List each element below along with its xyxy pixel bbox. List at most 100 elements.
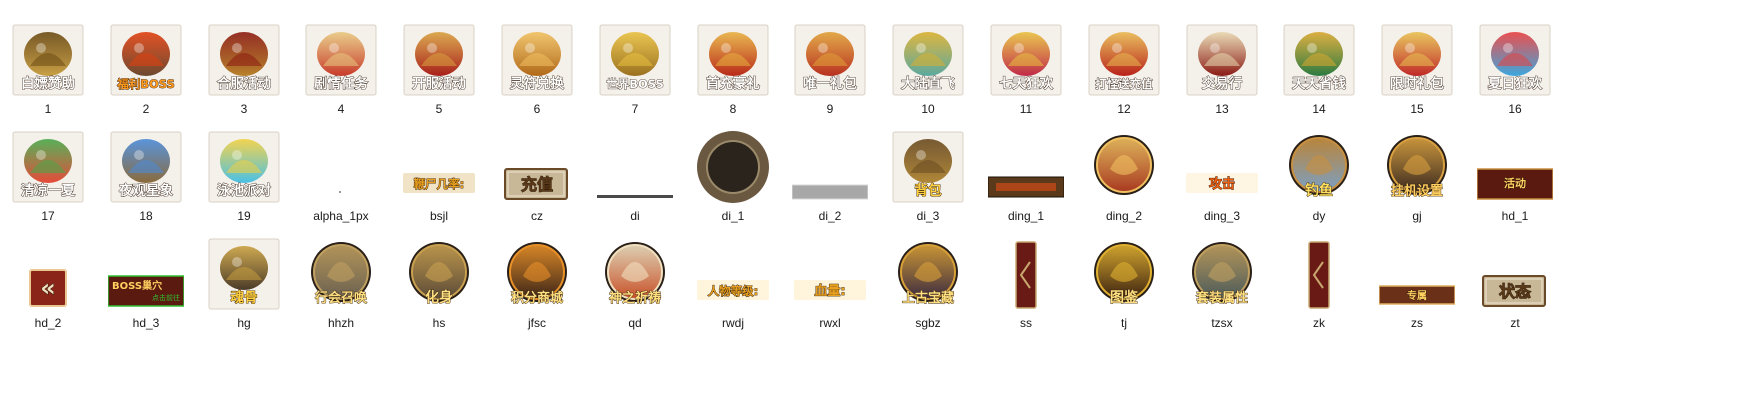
armor-set-icon: 套装属性: [1184, 236, 1260, 312]
file-item[interactable]: 挂机设置 gj: [1369, 113, 1465, 223]
dragon-head-icon: 世界BOSS: [597, 22, 673, 98]
text-label-icon: 人物等级:: [695, 236, 771, 312]
file-item[interactable]: 积分商城 jfsc: [489, 220, 585, 330]
file-item[interactable]: 夏日狂欢 16: [1467, 6, 1563, 116]
red-envelope-icon: 打怪送充值: [1086, 22, 1162, 98]
file-item[interactable]: 泳池派对 19: [196, 113, 292, 223]
svg-text:活动: 活动: [1504, 176, 1526, 190]
svg-text:行会召唤: 行会召唤: [314, 290, 368, 306]
svg-text:首充豪礼: 首充豪礼: [706, 75, 760, 92]
telescope-icon: 夜观星象: [108, 129, 184, 205]
hero-portrait-icon: [1086, 129, 1162, 205]
file-item[interactable]: 套装属性 tzsx: [1174, 220, 1270, 330]
file-item[interactable]: 背包 di_3: [880, 113, 976, 223]
file-item[interactable]: ding_1: [978, 113, 1074, 223]
svg-text:开服活动: 开服活动: [412, 75, 466, 92]
svg-text:神之祈祷: 神之祈祷: [609, 290, 661, 306]
file-item[interactable]: 限时礼包 15: [1369, 6, 1465, 116]
svg-text:«: «: [40, 274, 56, 302]
file-name: hs: [432, 316, 446, 330]
svg-text:积分商城: 积分商城: [511, 290, 563, 306]
svg-text:图鉴: 图鉴: [1110, 289, 1139, 306]
pool-float-icon: 泳池派对: [206, 129, 282, 205]
vertical-tab-icon: [1281, 236, 1357, 312]
file-name: zk: [1313, 316, 1325, 330]
text-label-icon: 鞭尸几率:: [401, 129, 477, 205]
svg-text:挂机设置: 挂机设置: [1391, 183, 1443, 199]
file-item[interactable]: 交易行 13: [1174, 6, 1270, 116]
file-item[interactable]: 化身 hs: [391, 220, 487, 330]
svg-text:合服活动: 合服活动: [217, 75, 271, 92]
file-name: hd_3: [132, 316, 160, 330]
file-item[interactable]: 开服活动 5: [391, 6, 487, 116]
file-item[interactable]: 白嫖赞助 1: [0, 6, 96, 116]
file-item[interactable]: 魂骨 hg: [196, 220, 292, 330]
file-item[interactable]: zk: [1271, 220, 1367, 330]
file-item[interactable]: 打怪送充值 12: [1076, 6, 1172, 116]
file-item[interactable]: 状态 zt: [1467, 220, 1563, 330]
file-item[interactable]: « hd_2: [0, 220, 96, 330]
green-chest-icon: 天天省钱: [1281, 22, 1357, 98]
file-item[interactable]: 活动 hd_1: [1467, 113, 1563, 223]
file-item[interactable]: 夜观星象 18: [98, 113, 194, 223]
file-item[interactable]: di: [587, 113, 683, 223]
file-item[interactable]: ss: [978, 220, 1074, 330]
svg-text:上古宝藏: 上古宝藏: [902, 290, 954, 306]
file-name: zt: [1510, 316, 1520, 330]
file-item[interactable]: 行会召唤 hhzh: [293, 220, 389, 330]
svg-text:福利BOSS: 福利BOSS: [116, 77, 175, 91]
avatar-emblem-icon: 化身: [401, 236, 477, 312]
file-item[interactable]: 首充豪礼 8: [685, 6, 781, 116]
jade-ship-icon: 大陆直飞: [890, 22, 966, 98]
file-item[interactable]: 七天狂欢 11: [978, 6, 1074, 116]
red-gift-box-icon: 开服活动: [401, 22, 477, 98]
file-item[interactable]: 天天省钱 14: [1271, 6, 1367, 116]
file-item[interactable]: alpha_1px: [293, 113, 389, 223]
svg-text:清凉一夏: 清凉一夏: [21, 182, 75, 199]
fishing-icon: 钓鱼: [1281, 129, 1357, 205]
file-item[interactable]: 血量: rwxl: [782, 220, 878, 330]
transparent-pixel-icon: [303, 129, 379, 205]
file-item[interactable]: ding_2: [1076, 113, 1172, 223]
svg-text:套装属性: 套装属性: [1195, 290, 1248, 306]
file-item[interactable]: 图鉴 tj: [1076, 220, 1172, 330]
file-name: tzsx: [1211, 316, 1233, 330]
backpack-icon: 背包: [890, 129, 966, 205]
file-item[interactable]: 人物等级: rwdj: [685, 220, 781, 330]
file-item[interactable]: 唯一礼包 9: [782, 6, 878, 116]
file-item[interactable]: 攻击 ding_3: [1174, 113, 1270, 223]
red-money-bag-icon: 唯一礼包: [792, 22, 868, 98]
heart-gift-icon: 七天狂欢: [988, 22, 1064, 98]
svg-text:点击前往: 点击前往: [152, 293, 180, 302]
file-name: rwxl: [819, 316, 841, 330]
file-name: tj: [1121, 316, 1127, 330]
file-item[interactable]: 合服活动 3: [196, 6, 292, 116]
file-item[interactable]: 清凉一夏 17: [0, 113, 96, 223]
file-item[interactable]: 钓鱼 dy: [1271, 113, 1367, 223]
svg-text:BOSS巢穴: BOSS巢穴: [112, 279, 162, 292]
svg-text:限时礼包: 限时礼包: [1390, 75, 1444, 92]
file-name: sgbz: [915, 316, 941, 330]
svg-text:夜观星象: 夜观星象: [118, 182, 173, 199]
file-item[interactable]: 灵符兑换 6: [489, 6, 585, 116]
svg-text:天天省钱: 天天省钱: [1292, 75, 1346, 92]
event-banner-icon: 活动: [1477, 129, 1553, 205]
file-item[interactable]: di_1: [685, 113, 781, 223]
file-item[interactable]: 充值 cz: [489, 113, 585, 223]
text-label-icon: 血量:: [792, 236, 868, 312]
file-item[interactable]: 大陆直飞 10: [880, 6, 976, 116]
file-item[interactable]: 世界BOSS 7: [587, 6, 683, 116]
file-item[interactable]: 剧情任务 4: [293, 6, 389, 116]
file-item[interactable]: 上古宝藏 sgbz: [880, 220, 976, 330]
file-item[interactable]: 福利BOSS 2: [98, 6, 194, 116]
file-item[interactable]: di_2: [782, 113, 878, 223]
file-item[interactable]: 鞭尸几率: bsjl: [391, 113, 487, 223]
file-item[interactable]: 专属 zs: [1369, 220, 1465, 330]
file-item[interactable]: BOSS巢穴 点击前往 hd_3: [98, 220, 194, 330]
file-item[interactable]: 神之祈祷 qd: [587, 220, 683, 330]
svg-text:充值: 充值: [521, 175, 553, 194]
scroll-icon: 剧情任务: [303, 22, 379, 98]
svg-text:状态: 状态: [1499, 282, 1531, 301]
beach-umbrella-icon: 夏日狂欢: [1477, 22, 1553, 98]
recharge-button-icon: 充值: [499, 129, 575, 205]
